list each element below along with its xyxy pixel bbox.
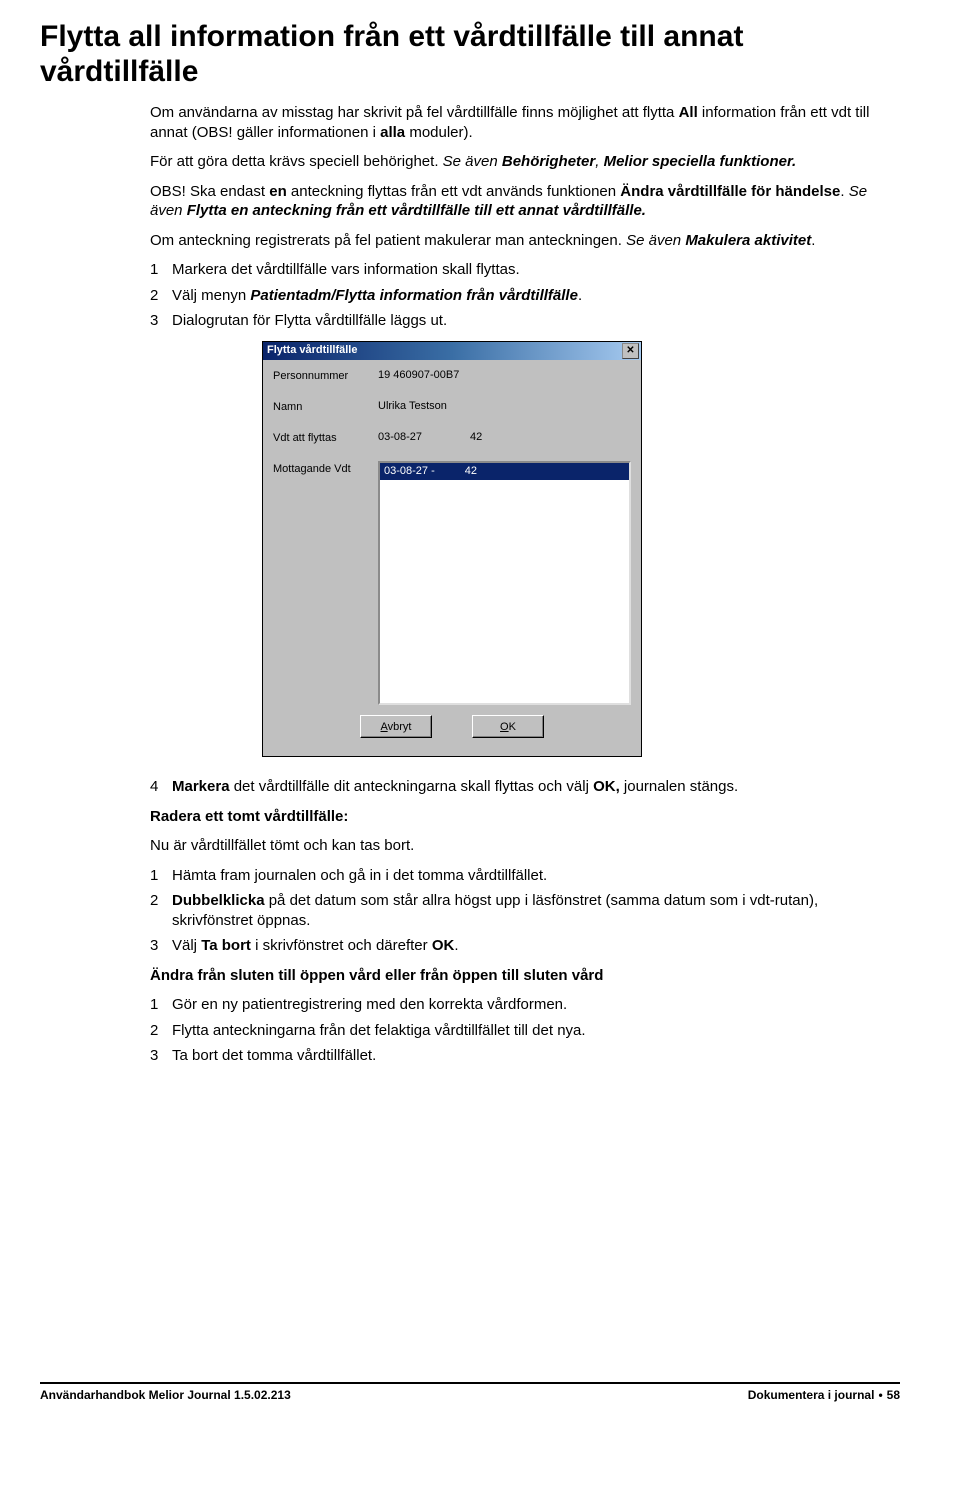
- list-item: 1Gör en ny patientregistrering med den k…: [150, 995, 900, 1015]
- text-bold: OK,: [593, 778, 620, 795]
- paragraph-radera: Nu är vårdtillfället tömt och kan tas bo…: [150, 836, 900, 856]
- label-mottagande-vdt: Mottagande Vdt: [273, 461, 378, 476]
- text: moduler).: [405, 124, 473, 141]
- text-bold: alla: [380, 124, 405, 141]
- text: K: [509, 721, 516, 733]
- ordered-list-1: 1Markera det vårdtillfälle vars informat…: [150, 260, 900, 331]
- text-bold: Ändra från sluten till öppen vård eller …: [150, 967, 603, 984]
- text: journalen stängs.: [620, 778, 738, 795]
- text-bold: OK: [432, 937, 455, 954]
- text-bold: Ändra vårdtillfälle för händelse: [620, 183, 840, 200]
- text: A: [381, 721, 388, 733]
- text: det vårdtillfälle dit anteckningarna ska…: [230, 778, 594, 795]
- text: anteckning flyttas från ett vdt används …: [287, 183, 621, 200]
- close-icon: ✕: [626, 344, 634, 357]
- label-vdt-att-flyttas: Vdt att flyttas: [273, 430, 378, 445]
- text-italic: ,: [595, 153, 603, 170]
- label-personnummer: Personnummer: [273, 368, 378, 383]
- list-item: 3Välj Ta bort i skrivfönstret och däreft…: [150, 936, 900, 956]
- ordered-list-4: 1Gör en ny patientregistrering med den k…: [150, 995, 900, 1066]
- text: .: [454, 937, 458, 954]
- footer-page-number: 58: [887, 1388, 900, 1402]
- text: Hämta fram journalen och gå in i det tom…: [172, 866, 900, 886]
- text: Dialogrutan för Flytta vårdtillfälle läg…: [172, 311, 900, 331]
- heading-andra: Ändra från sluten till öppen vård eller …: [150, 966, 900, 986]
- listbox-item-date: 03-08-27 -: [384, 464, 435, 478]
- list-item: 3Dialogrutan för Flytta vårdtillfälle lä…: [150, 311, 900, 331]
- page-footer: Användarhandbok Melior Journal 1.5.02.21…: [40, 1382, 900, 1402]
- text: O: [500, 721, 509, 733]
- text-italic: Se även: [626, 232, 685, 249]
- label-namn: Namn: [273, 399, 378, 414]
- list-item: 2Flytta anteckningarna från det felaktig…: [150, 1021, 900, 1041]
- dialog-title: Flytta vårdtillfälle: [267, 343, 357, 357]
- paragraph-1: Om användarna av misstag har skrivit på …: [150, 103, 900, 142]
- text-bold: Markera: [172, 778, 230, 795]
- text: Flytta anteckningarna från det felaktiga…: [172, 1021, 900, 1041]
- listbox-item-code: 42: [465, 464, 477, 478]
- paragraph-2: För att göra detta krävs speciell behöri…: [150, 152, 900, 172]
- text-bold: Dubbelklicka: [172, 892, 265, 909]
- text: .: [811, 232, 815, 249]
- mottagande-vdt-listbox[interactable]: 03-08-27 - 42: [378, 461, 631, 705]
- page-title: Flytta all information från ett vårdtill…: [40, 20, 900, 89]
- dialog-flytta-vardtillfalle: Flytta vårdtillfälle ✕ Personnummer 19 4…: [262, 341, 642, 758]
- text: .: [840, 183, 848, 200]
- list-item: 2Dubbelklicka på det datum som står allr…: [150, 891, 900, 930]
- value-namn: Ulrika Testson: [378, 399, 631, 413]
- text: Ta bort det tomma vårdtillfället.: [172, 1046, 900, 1066]
- list-item: 3Ta bort det tomma vårdtillfället.: [150, 1046, 900, 1066]
- paragraph-4: Om anteckning registrerats på fel patien…: [150, 231, 900, 251]
- text-italic: Se även: [443, 153, 502, 170]
- close-button[interactable]: ✕: [622, 343, 639, 359]
- text: .: [578, 287, 582, 304]
- text-bold-italic: Makulera aktivitet: [685, 232, 811, 249]
- text: Välj: [172, 937, 201, 954]
- text-bold-italic: Patientadm/Flytta information från vårdt…: [250, 287, 578, 304]
- footer-section: Dokumentera i journal: [748, 1388, 875, 1402]
- paragraph-3: OBS! Ska endast en anteckning flyttas fr…: [150, 182, 900, 221]
- text-bold: Radera ett tomt vårdtillfälle:: [150, 808, 348, 825]
- value-vdt-date: 03-08-27: [378, 430, 422, 444]
- text: Välj menyn: [172, 287, 250, 304]
- text: Markera det vårdtillfälle vars informati…: [172, 260, 900, 280]
- heading-radera: Radera ett tomt vårdtillfälle:: [150, 807, 900, 827]
- text: OBS! Ska endast: [150, 183, 269, 200]
- text: i skrivfönstret och därefter: [251, 937, 432, 954]
- footer-left: Användarhandbok Melior Journal 1.5.02.21…: [40, 1388, 291, 1402]
- text: Om användarna av misstag har skrivit på …: [150, 104, 679, 121]
- list-item: 4Markera det vårdtillfälle dit antecknin…: [150, 777, 900, 797]
- value-personnummer: 19 460907-00B7: [378, 368, 631, 382]
- text-bold-italic: Flytta en anteckning från ett vårdtillfä…: [187, 202, 646, 219]
- text: på det datum som står allra högst upp i …: [172, 892, 818, 929]
- text-bold: en: [269, 183, 287, 200]
- ok-button[interactable]: OK: [472, 715, 544, 738]
- value-vdt-code: 42: [470, 430, 482, 444]
- bullet-icon: •: [874, 1388, 886, 1402]
- text-bold: Ta bort: [201, 937, 251, 954]
- text-bold-italic: Behörigheter: [502, 153, 595, 170]
- list-item: 2Välj menyn Patientadm/Flytta informatio…: [150, 286, 900, 306]
- avbryt-button[interactable]: Avbryt: [360, 715, 432, 738]
- list-item: 1Hämta fram journalen och gå in i det to…: [150, 866, 900, 886]
- text-bold-italic: Melior speciella funktioner.: [604, 153, 797, 170]
- text: Om anteckning registrerats på fel patien…: [150, 232, 626, 249]
- ordered-list-2: 4Markera det vårdtillfälle dit antecknin…: [150, 777, 900, 797]
- list-item: 1Markera det vårdtillfälle vars informat…: [150, 260, 900, 280]
- dialog-titlebar[interactable]: Flytta vårdtillfälle ✕: [263, 342, 641, 360]
- text-bold: All: [679, 104, 698, 121]
- text: vbryt: [388, 721, 412, 733]
- text: Gör en ny patientregistrering med den ko…: [172, 995, 900, 1015]
- listbox-selected-item[interactable]: 03-08-27 - 42: [380, 463, 629, 479]
- text: För att göra detta krävs speciell behöri…: [150, 153, 443, 170]
- ordered-list-3: 1Hämta fram journalen och gå in i det to…: [150, 866, 900, 956]
